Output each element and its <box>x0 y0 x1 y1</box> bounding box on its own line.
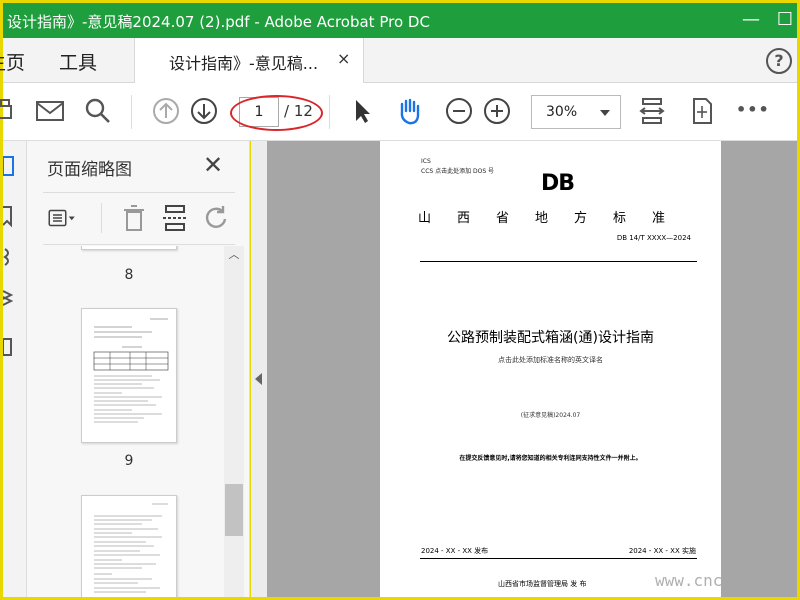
signature-rail-icon[interactable] <box>3 335 15 359</box>
page-implement-date: 2024 - XX - XX 实施 <box>628 547 696 555</box>
zoom-in-icon[interactable] <box>482 96 512 126</box>
mail-icon[interactable] <box>35 96 65 126</box>
document-area[interactable]: ICS CCS 点击此处添加 DOS 号 DB 山西省地方标准 DB 14/T … <box>267 141 797 597</box>
hand-tool-icon[interactable] <box>395 96 425 126</box>
thumbnail-list: 8 9 <box>27 246 250 597</box>
more-tools-icon[interactable]: ••• <box>736 100 770 119</box>
insert-page-icon[interactable] <box>160 203 190 233</box>
thumbnail-preview <box>93 318 169 423</box>
menu-bar: 主页 工具 设计指南》-意见稿... × ? <box>0 38 797 83</box>
close-tab-button[interactable]: × <box>337 49 350 68</box>
maximize-button[interactable]: ☐ <box>773 8 797 32</box>
bookmark-rail-icon[interactable] <box>3 205 15 229</box>
page-fit-icon[interactable] <box>687 96 717 126</box>
prev-page-icon[interactable] <box>151 96 181 126</box>
next-page-icon[interactable] <box>189 96 219 126</box>
toolbar-separator <box>329 95 330 129</box>
help-icon[interactable]: ? <box>766 48 792 74</box>
panel-divider <box>43 192 235 193</box>
print-icon[interactable] <box>0 96 27 126</box>
panel-divider <box>43 244 235 245</box>
page-province: 山西省地方标准 <box>418 211 692 226</box>
document-tab-label: 设计指南》-意见稿... <box>169 54 319 73</box>
page-number-annotation <box>230 95 323 131</box>
page-ics: ICS <box>421 158 431 165</box>
zoom-value: 30% <box>546 104 578 120</box>
search-icon[interactable] <box>83 96 113 126</box>
thumbnail-preview <box>94 503 168 593</box>
thumbnail-scrollbar[interactable]: ︿ <box>224 246 244 597</box>
page-rule <box>420 261 697 262</box>
scroll-up-icon[interactable]: ︿ <box>224 246 244 264</box>
toolbar-separator <box>131 95 132 129</box>
select-cursor-icon[interactable] <box>347 96 377 126</box>
scroll-mode-icon[interactable] <box>637 96 667 126</box>
document-tab[interactable]: 设计指南》-意见稿... × <box>134 38 364 83</box>
thumbnail-page[interactable] <box>81 246 177 250</box>
minimize-button[interactable]: — <box>739 8 763 32</box>
watermark: www.cnc <box>655 571 723 590</box>
panel-tool-separator <box>101 203 102 233</box>
page-note: 在提交反馈意见时,请将您知道的相关专利连同支持性文件一并附上。 <box>459 455 642 462</box>
thumbnail-page[interactable] <box>81 495 177 597</box>
page-subtitle: 点击此处添加标准名称的英文译名 <box>498 356 603 364</box>
scrollbar-thumb[interactable] <box>225 484 243 536</box>
document-page: ICS CCS 点击此处添加 DOS 号 DB 山西省地方标准 DB 14/T … <box>380 141 721 597</box>
menu-home[interactable]: 主页 <box>0 48 25 75</box>
thumbnail-panel: 页面缩略图 ✕ 8 9 ︿ <box>27 141 250 597</box>
thumbnail-options-icon[interactable] <box>47 203 77 233</box>
page-thumbnails-rail-icon[interactable] <box>3 155 15 179</box>
db-logo: DB <box>541 171 575 196</box>
panel-title: 页面缩略图 <box>47 160 132 180</box>
page-standard-code: DB 14/T XXXX—2024 <box>616 234 691 242</box>
page-draft-label: (征求意见稿)2024.07 <box>520 412 581 419</box>
thumbnail-page[interactable] <box>81 308 177 443</box>
delete-icon[interactable] <box>119 203 149 233</box>
layers-rail-icon[interactable] <box>3 285 15 309</box>
window-title: 设计指南》-意见稿2024.07 (2).pdf - Adobe Acrobat… <box>7 13 430 31</box>
page-issuer: 山西省市场监督管理局 发 布 <box>498 580 587 588</box>
rotate-icon[interactable] <box>201 203 231 233</box>
chevron-down-icon <box>600 110 610 116</box>
title-bar: 设计指南》-意见稿2024.07 (2).pdf - Adobe Acrobat… <box>3 3 797 38</box>
zoom-dropdown[interactable]: 30% <box>531 95 621 129</box>
panel-collapse-handle[interactable] <box>251 141 267 597</box>
page-title: 公路预制装配式箱涵(通)设计指南 <box>447 330 654 346</box>
toolbar: 1 / 12 30% ••• <box>0 83 797 141</box>
thumbnail-number: 9 <box>124 453 134 469</box>
left-rail <box>3 141 27 597</box>
attachment-rail-icon[interactable] <box>3 245 15 269</box>
zoom-out-icon[interactable] <box>444 96 474 126</box>
close-panel-button[interactable]: ✕ <box>203 151 223 179</box>
thumbnail-number: 8 <box>124 267 134 283</box>
menu-tools[interactable]: 工具 <box>59 48 97 75</box>
page-rule <box>420 558 697 559</box>
page-ccs: CCS 点击此处添加 DOS 号 <box>421 168 495 175</box>
page-issue-date: 2024 - XX - XX 发布 <box>421 547 489 555</box>
collapse-arrow-icon <box>255 373 262 385</box>
